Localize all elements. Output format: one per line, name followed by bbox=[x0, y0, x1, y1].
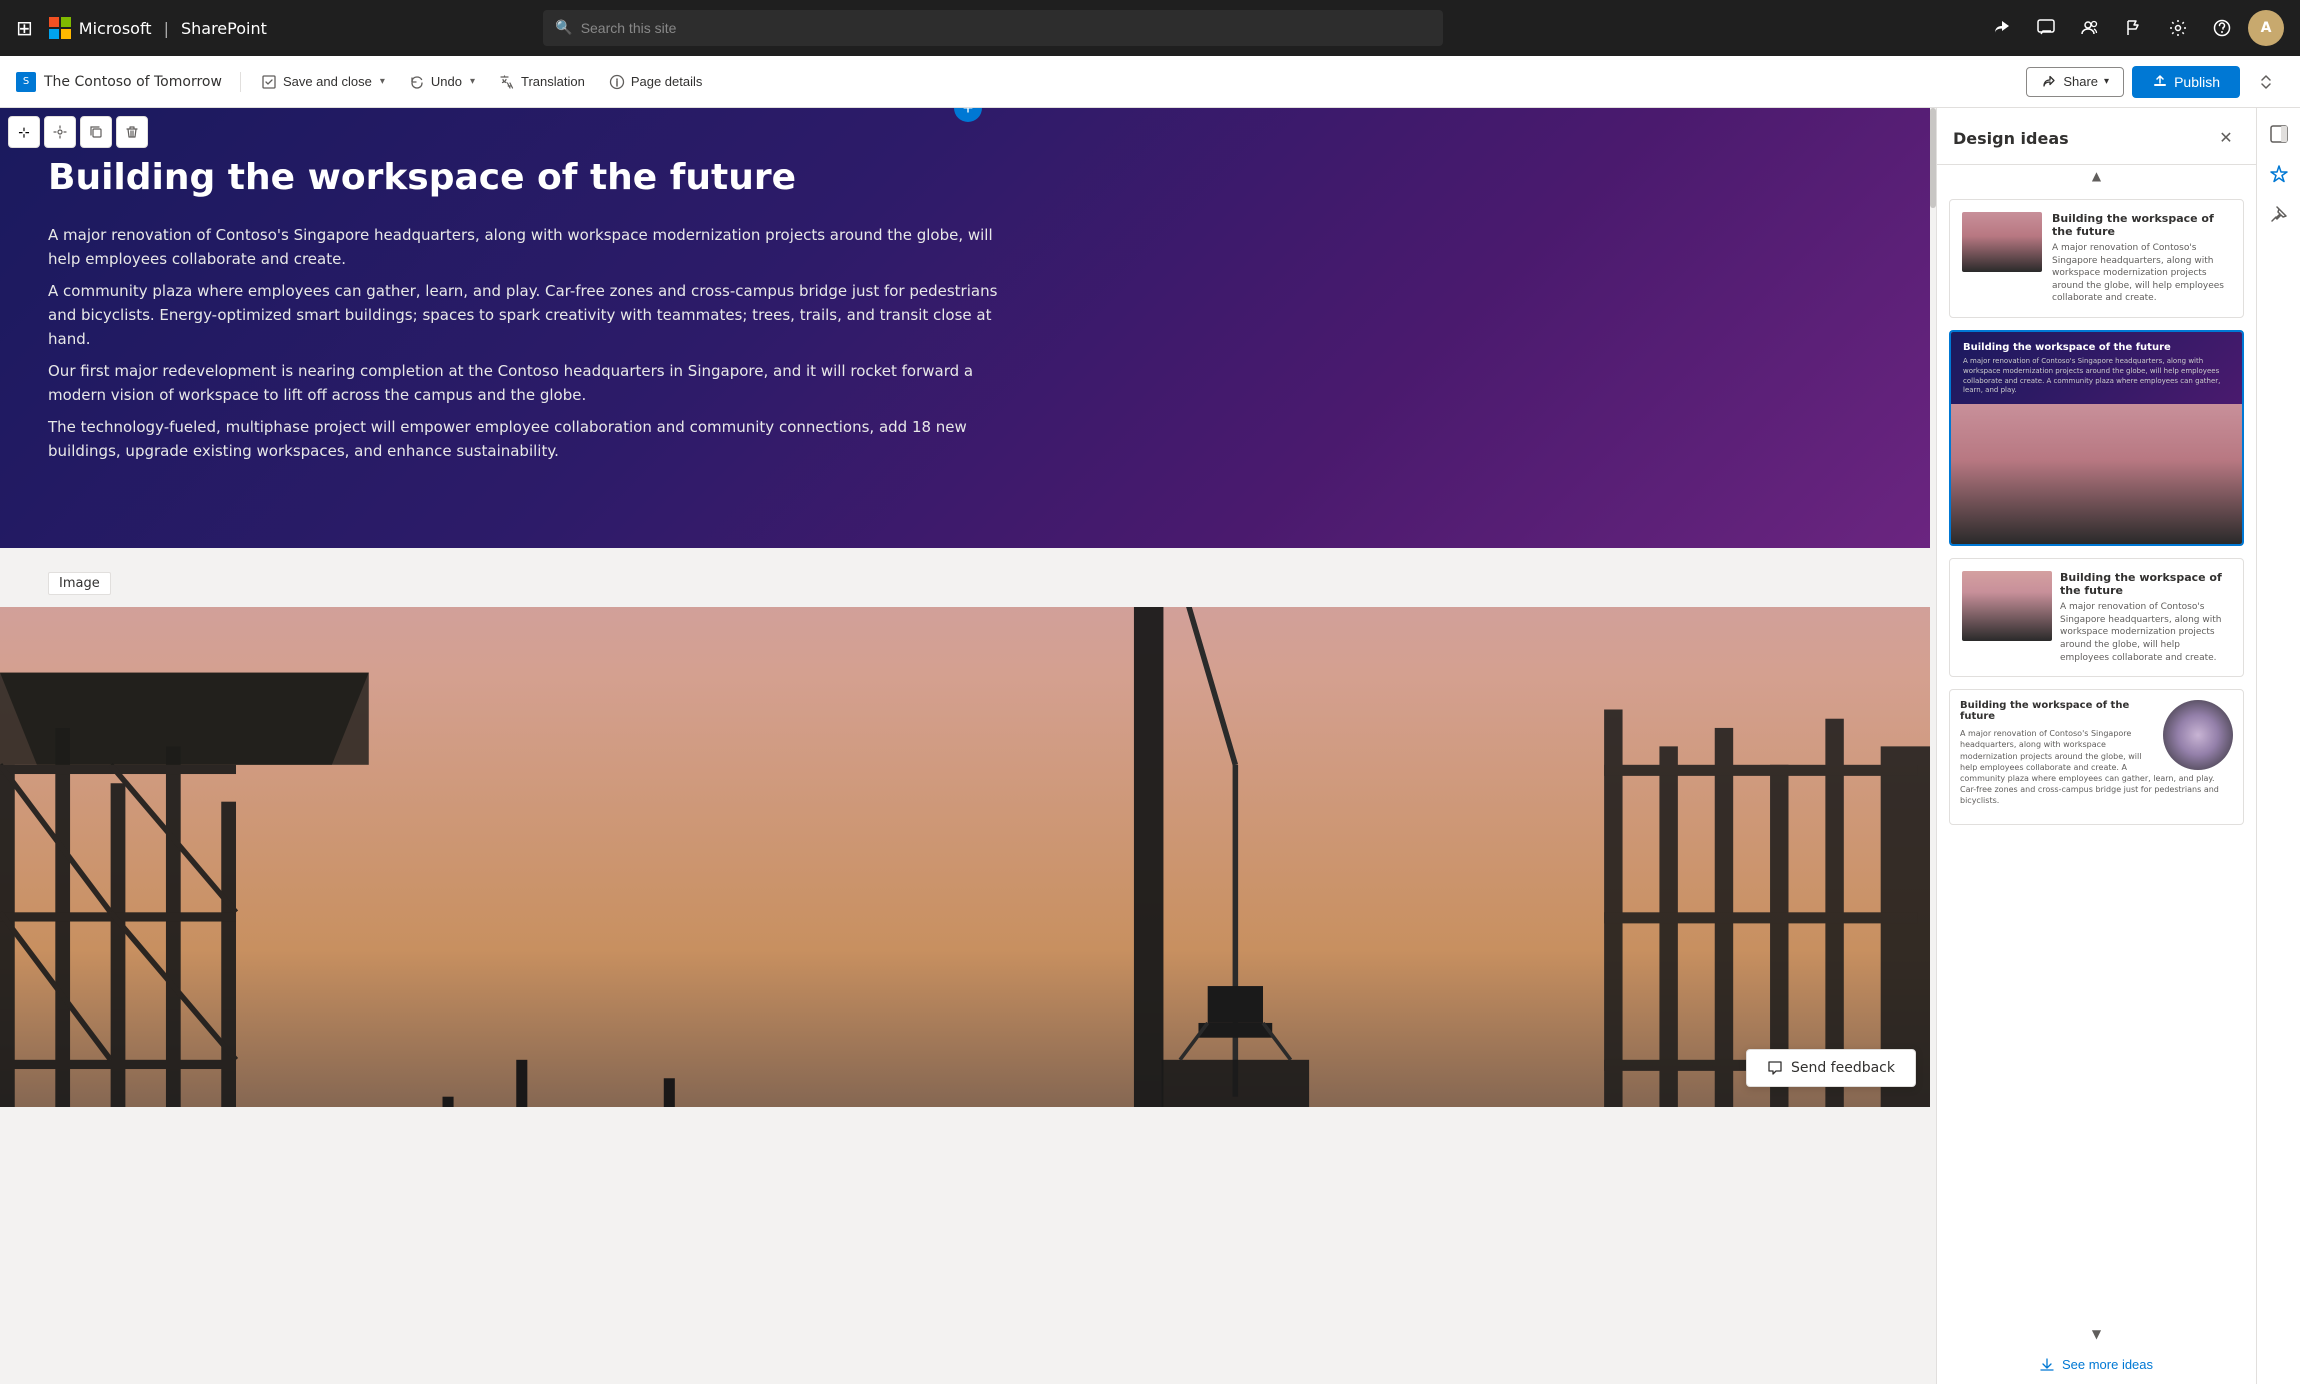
see-more-label: See more ideas bbox=[2062, 1357, 2153, 1372]
translation-button[interactable]: Translation bbox=[489, 68, 595, 96]
design-card-3[interactable]: Building the workspace of the future A m… bbox=[1949, 558, 2244, 677]
people-icon-btn[interactable] bbox=[2072, 10, 2108, 46]
hero-section: Building the workspace of the future A m… bbox=[0, 108, 1936, 548]
see-more-ideas-button[interactable]: See more ideas bbox=[1937, 1345, 2256, 1384]
app-name: SharePoint bbox=[181, 19, 267, 38]
collapse-button[interactable] bbox=[2248, 64, 2284, 100]
design-ideas-icon[interactable] bbox=[2261, 156, 2297, 192]
company-name: Microsoft bbox=[79, 19, 152, 38]
save-close-caret: ▾ bbox=[380, 76, 385, 87]
pin-icon[interactable] bbox=[2261, 196, 2297, 232]
design-card-1-body: A major renovation of Contoso's Singapor… bbox=[2052, 242, 2231, 305]
undo-button[interactable]: Undo ▾ bbox=[399, 68, 485, 96]
design-panel-title: Design ideas bbox=[1953, 129, 2069, 148]
design-ideas-list[interactable]: Building the workspace of the future A m… bbox=[1937, 187, 2256, 1323]
design-scroll-up[interactable]: ▲ bbox=[1937, 165, 2256, 187]
design-card-3-inner: Building the workspace of the future A m… bbox=[1950, 559, 2243, 676]
share-icon-btn[interactable] bbox=[1984, 10, 2020, 46]
design-card-1[interactable]: Building the workspace of the future A m… bbox=[1949, 199, 2244, 318]
design-card-2-body: A major renovation of Contoso's Singapor… bbox=[1963, 357, 2230, 396]
canvas-wrapper: + ⊹ Building the workspace of the future bbox=[0, 108, 1936, 1107]
send-feedback-label: Send feedback bbox=[1791, 1060, 1895, 1076]
design-panel-header: Design ideas ✕ bbox=[1937, 108, 2256, 165]
send-feedback-button[interactable]: Send feedback bbox=[1746, 1049, 1916, 1087]
design-card-2-image bbox=[1951, 404, 2242, 544]
hero-body: A major renovation of Contoso's Singapor… bbox=[48, 223, 1008, 463]
main-layout: + ⊹ Building the workspace of the future bbox=[0, 108, 2300, 1384]
hero-paragraph-1: A major renovation of Contoso's Singapor… bbox=[48, 223, 1008, 271]
avatar[interactable]: A bbox=[2248, 10, 2284, 46]
search-input[interactable] bbox=[581, 20, 1432, 36]
search-bar[interactable]: 🔍 bbox=[543, 10, 1443, 46]
crane-image bbox=[0, 607, 1936, 1107]
design-thumb-4 bbox=[2163, 700, 2233, 770]
design-thumb-3 bbox=[1962, 571, 2052, 641]
save-close-button[interactable]: Save and close ▾ bbox=[251, 68, 395, 96]
design-card-4[interactable]: Building the workspace of the future A m… bbox=[1949, 689, 2244, 825]
canvas-area[interactable]: + ⊹ Building the workspace of the future bbox=[0, 108, 1936, 1384]
design-card-2-header: Building the workspace of the future A m… bbox=[1951, 332, 2242, 404]
design-card-4-inner: Building the workspace of the future A m… bbox=[1950, 690, 2243, 824]
toolbar-right: Share ▾ Publish bbox=[2026, 64, 2284, 100]
nav-right-actions: A bbox=[1984, 10, 2284, 46]
toolbar-separator bbox=[240, 72, 241, 92]
page-brand: S The Contoso of Tomorrow bbox=[16, 72, 222, 92]
page-details-button[interactable]: Page details bbox=[599, 68, 713, 96]
microsoft-logo[interactable]: Microsoft | SharePoint bbox=[49, 17, 267, 39]
brand-icon: S bbox=[16, 72, 36, 92]
design-card-1-inner: Building the workspace of the future A m… bbox=[1950, 200, 2243, 317]
search-icon: 🔍 bbox=[555, 20, 572, 36]
hero-paragraph-2: A community plaza where employees can ga… bbox=[48, 279, 1008, 351]
microsoft-squares-icon bbox=[49, 17, 71, 39]
design-scroll-down[interactable]: ▼ bbox=[1937, 1323, 2256, 1345]
chat-icon-btn[interactable] bbox=[2028, 10, 2064, 46]
move-icon-btn[interactable]: ⊹ bbox=[8, 116, 40, 148]
settings-icon-btn[interactable] bbox=[2160, 10, 2196, 46]
image-label: Image bbox=[48, 572, 111, 595]
section-controls: ⊹ bbox=[8, 116, 148, 148]
design-card-2[interactable]: Building the workspace of the future A m… bbox=[1949, 330, 2244, 546]
image-area: Send feedback bbox=[0, 607, 1936, 1107]
help-icon-btn[interactable] bbox=[2204, 10, 2240, 46]
narrow-right-panel bbox=[2256, 108, 2300, 1384]
sidebar-expand-icon[interactable] bbox=[2261, 116, 2297, 152]
apps-grid-icon[interactable]: ⊞ bbox=[16, 16, 33, 40]
editor-toolbar: S The Contoso of Tomorrow Save and close… bbox=[0, 56, 2300, 108]
page-details-label: Page details bbox=[631, 74, 703, 89]
hero-paragraph-3: Our first major redevelopment is nearing… bbox=[48, 359, 1008, 407]
undo-label: Undo bbox=[431, 74, 462, 89]
flag-icon-btn[interactable] bbox=[2116, 10, 2152, 46]
design-card-2-title: Building the workspace of the future bbox=[1963, 342, 2230, 353]
design-ideas-panel: Design ideas ✕ ▲ Building the workspace … bbox=[1936, 108, 2256, 1384]
crane-svg bbox=[0, 607, 1936, 1107]
share-caret: ▾ bbox=[2104, 76, 2109, 87]
delete-icon-btn[interactable] bbox=[116, 116, 148, 148]
design-card-1-text: Building the workspace of the future A m… bbox=[2052, 212, 2231, 305]
undo-caret: ▾ bbox=[470, 76, 475, 87]
design-card-3-text: Building the workspace of the future A m… bbox=[2060, 571, 2231, 664]
publish-label: Publish bbox=[2174, 74, 2220, 90]
design-card-3-title: Building the workspace of the future bbox=[2060, 571, 2231, 597]
design-card-1-title: Building the workspace of the future bbox=[2052, 212, 2231, 238]
duplicate-icon-btn[interactable] bbox=[80, 116, 112, 148]
translation-label: Translation bbox=[521, 74, 585, 89]
share-label: Share bbox=[2063, 74, 2098, 89]
page-name: The Contoso of Tomorrow bbox=[44, 74, 222, 90]
design-thumb-image-1 bbox=[1962, 212, 2042, 272]
design-panel-close-button[interactable]: ✕ bbox=[2212, 124, 2240, 152]
section-settings-icon-btn[interactable] bbox=[44, 116, 76, 148]
design-thumb-1 bbox=[1962, 212, 2042, 272]
hero-paragraph-4: The technology-fueled, multiphase projec… bbox=[48, 415, 1008, 463]
design-card-3-body: A major renovation of Contoso's Singapor… bbox=[2060, 601, 2231, 664]
hero-title: Building the workspace of the future bbox=[48, 156, 1888, 199]
share-button[interactable]: Share ▾ bbox=[2026, 67, 2124, 97]
design-card-4-content: Building the workspace of the future A m… bbox=[1960, 700, 2233, 814]
image-label-area: Image bbox=[0, 548, 1936, 607]
publish-button[interactable]: Publish bbox=[2132, 66, 2240, 98]
top-navigation: ⊞ Microsoft | SharePoint 🔍 A bbox=[0, 0, 2300, 56]
save-close-label: Save and close bbox=[283, 74, 372, 89]
